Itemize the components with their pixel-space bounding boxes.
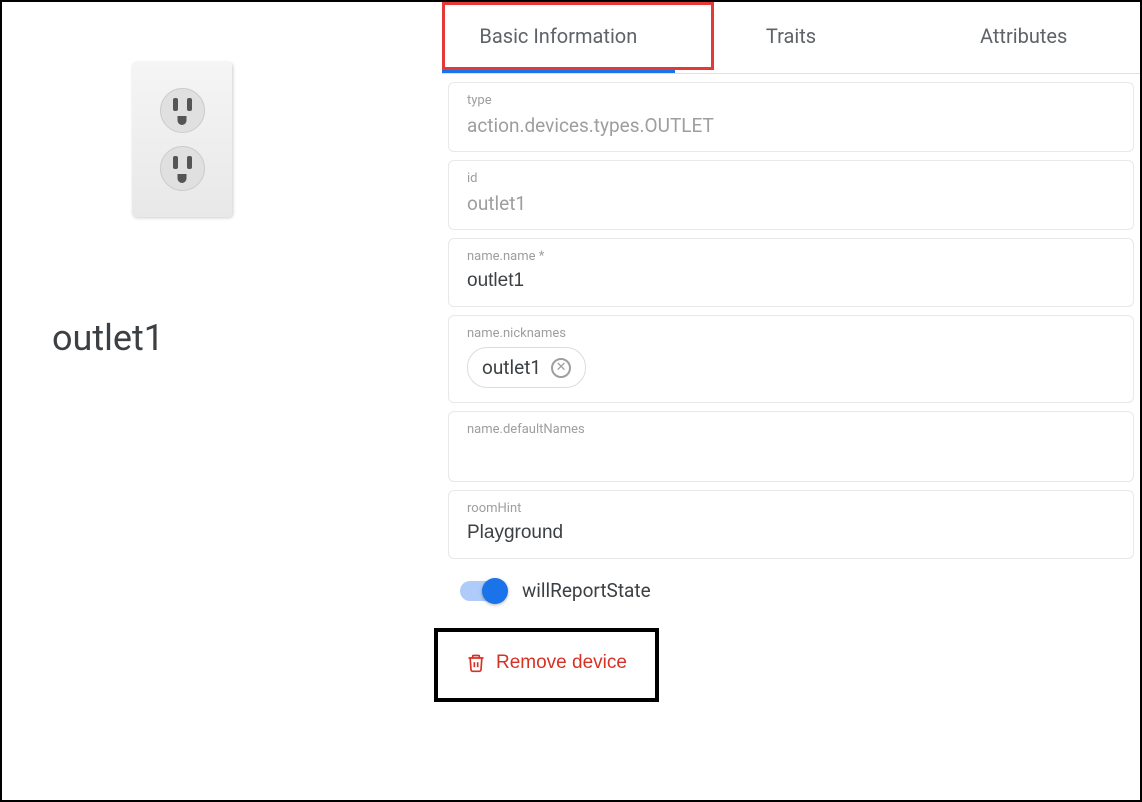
tab-traits[interactable]: Traits [675,2,908,73]
field-name-name[interactable]: name.name * [448,238,1134,307]
form-basic-information: type action.devices.types.OUTLET id outl… [442,74,1140,702]
field-value-defaultnames [467,443,1115,467]
field-value-id: outlet1 [467,192,1115,215]
field-roomhint[interactable]: roomHint [448,490,1134,559]
toggle-knob [482,578,508,604]
outlet-socket-icon [160,146,205,191]
field-label: name.name * [467,249,1115,264]
field-id[interactable]: id outlet1 [448,160,1134,230]
remove-device-button[interactable]: Remove device [466,652,627,674]
field-label: type [467,93,1115,108]
tab-attributes[interactable]: Attributes [907,2,1140,73]
toggle-willreportstate-row: willReportState [460,579,1122,602]
annotation-highlight-remove: Remove device [434,628,659,702]
name-name-input[interactable] [467,270,1115,292]
remove-device-label: Remove device [496,652,627,674]
outlet-socket-icon [160,88,205,133]
toggle-willreportstate[interactable] [460,581,506,601]
device-title: outlet1 [52,317,164,359]
field-name-defaultnames[interactable]: name.defaultNames [448,411,1134,482]
toggle-label: willReportState [522,579,651,602]
device-form-panel: Basic Information Traits Attributes type… [442,2,1140,800]
field-type[interactable]: type action.devices.types.OUTLET [448,82,1134,152]
device-image-outlet [132,62,232,217]
field-value-type: action.devices.types.OUTLET [467,114,1115,137]
tab-basic-information[interactable]: Basic Information [442,2,675,73]
device-preview-panel: outlet1 [2,2,442,800]
chip-remove-icon[interactable]: ✕ [551,358,571,378]
field-label: id [467,171,1115,186]
field-label: name.nicknames [467,326,1115,341]
tabs-bar: Basic Information Traits Attributes [442,2,1140,74]
field-name-nicknames[interactable]: name.nicknames outlet1 ✕ [448,315,1134,403]
field-label: name.defaultNames [467,422,1115,437]
field-label: roomHint [467,501,1115,516]
nickname-chip-label: outlet1 [482,356,541,379]
roomhint-input[interactable] [467,522,1115,544]
nickname-chip[interactable]: outlet1 ✕ [467,347,586,388]
trash-icon [466,652,486,674]
